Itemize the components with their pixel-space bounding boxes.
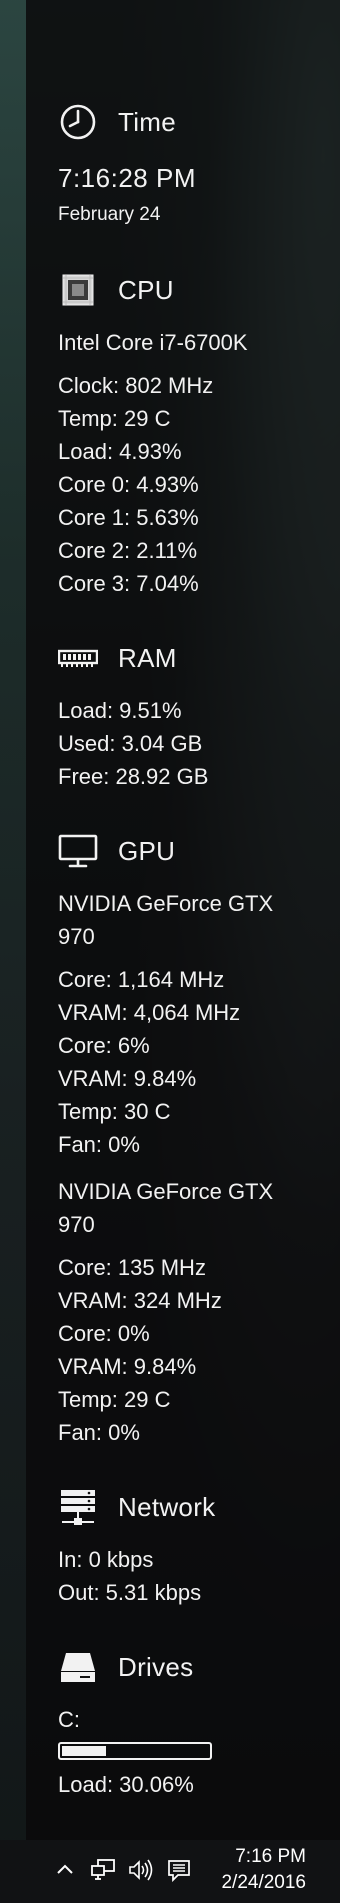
cpu-core-3: Core 3: 7.04% [58, 571, 199, 596]
cpu-title: CPU [118, 274, 174, 305]
ram-section: RAM Load: 9.51% Used: 3.04 GB Free: 28.9… [58, 636, 328, 793]
cpu-temp: Temp: 29 C [58, 406, 171, 431]
system-monitor-gadget: Time 7:16:28 PM February 24 CPU Intel Co… [58, 100, 328, 1837]
cpu-core-2: Core 2: 2.11% [58, 538, 198, 563]
ram-used: Used: 3.04 GB [58, 731, 203, 756]
gpu-name: NVIDIA GeForce GTX 970 [58, 891, 274, 949]
gpu-card: NVIDIA GeForce GTX 970 Core: 135 MHz VRA… [58, 1175, 328, 1449]
cpu-core-1: Core 1: 5.63% [58, 505, 199, 530]
taskbar: 7:16 PM 2/24/2016 [0, 1840, 340, 1903]
wallpaper-edge [0, 0, 26, 1840]
gpu-core-load: Core: 6% [58, 1033, 150, 1058]
current-time: 7:16:28 PM [58, 163, 196, 193]
ram-title: RAM [118, 642, 177, 673]
action-center-icon[interactable] [162, 1855, 196, 1885]
gpu-section: GPU NVIDIA GeForce GTX 970 Core: 1,164 M… [58, 829, 328, 1449]
chevron-up-icon[interactable] [48, 1855, 82, 1885]
gpu-vram-load: VRAM: 9.84% [58, 1066, 197, 1091]
time-title: Time [118, 106, 177, 137]
network-icon [58, 1487, 98, 1527]
drive-usage-bar [58, 1742, 212, 1760]
gpu-header: GPU [58, 829, 328, 873]
gpu-vram-clock: VRAM: 4,064 MHz [58, 1000, 241, 1025]
drives-title: Drives [118, 1651, 194, 1682]
drive-usage-fill [62, 1746, 106, 1756]
cpu-header: CPU [58, 268, 328, 312]
gpu-core-clock: Core: 135 MHz [58, 1255, 206, 1280]
time-header: Time [58, 100, 328, 144]
ram-header: RAM [58, 636, 328, 680]
ram-free: Free: 28.92 GB [58, 764, 209, 789]
cpu-icon [58, 270, 98, 310]
network-section: Network In: 0 kbps Out: 5.31 kbps [58, 1485, 328, 1609]
taskbar-time: 7:16 PM [235, 1846, 306, 1867]
monitor-icon [58, 831, 98, 871]
drive-label: C: [58, 1707, 80, 1732]
gpu-fan: Fan: 0% [58, 1132, 140, 1157]
time-section: Time 7:16:28 PM February 24 [58, 100, 328, 232]
gpu-core-load: Core: 0% [58, 1321, 150, 1346]
gpu-temp: Temp: 29 C [58, 1387, 171, 1412]
gpu-vram-clock: VRAM: 324 MHz [58, 1288, 222, 1313]
system-tray [48, 1850, 200, 1890]
drive-load: Load: 30.06% [58, 1772, 194, 1797]
drives-section: Drives C: Load: 30.06% [58, 1645, 328, 1801]
network-out: Out: 5.31 kbps [58, 1580, 202, 1605]
network-title: Network [118, 1491, 216, 1522]
gpu-name: NVIDIA GeForce GTX 970 [58, 1179, 274, 1237]
network-tray-icon[interactable] [86, 1855, 120, 1885]
cpu-model: Intel Core i7-6700K [58, 330, 248, 355]
ram-load: Load: 9.51% [58, 698, 182, 723]
network-header: Network [58, 1485, 328, 1529]
memory-icon [58, 638, 98, 678]
cpu-load: Load: 4.93% [58, 439, 182, 464]
gpu-fan: Fan: 0% [58, 1420, 140, 1445]
gpu-temp: Temp: 30 C [58, 1099, 171, 1124]
gpu-vram-load: VRAM: 9.84% [58, 1354, 197, 1379]
cpu-core-0: Core 0: 4.93% [58, 472, 199, 497]
drives-header: Drives [58, 1645, 328, 1689]
gpu-title: GPU [118, 835, 176, 866]
clock-icon [58, 102, 98, 142]
network-in: In: 0 kbps [58, 1547, 154, 1572]
volume-icon[interactable] [124, 1855, 158, 1885]
gpu-core-clock: Core: 1,164 MHz [58, 967, 225, 992]
cpu-section: CPU Intel Core i7-6700K Clock: 802 MHz T… [58, 268, 328, 600]
taskbar-date: 2/24/2016 [221, 1872, 306, 1893]
drive-icon [58, 1647, 98, 1687]
taskbar-clock[interactable]: 7:16 PM 2/24/2016 [221, 1844, 306, 1896]
cpu-clock: Clock: 802 MHz [58, 373, 214, 398]
gpu-card: NVIDIA GeForce GTX 970 Core: 1,164 MHz V… [58, 887, 328, 1161]
current-date: February 24 [58, 204, 161, 225]
